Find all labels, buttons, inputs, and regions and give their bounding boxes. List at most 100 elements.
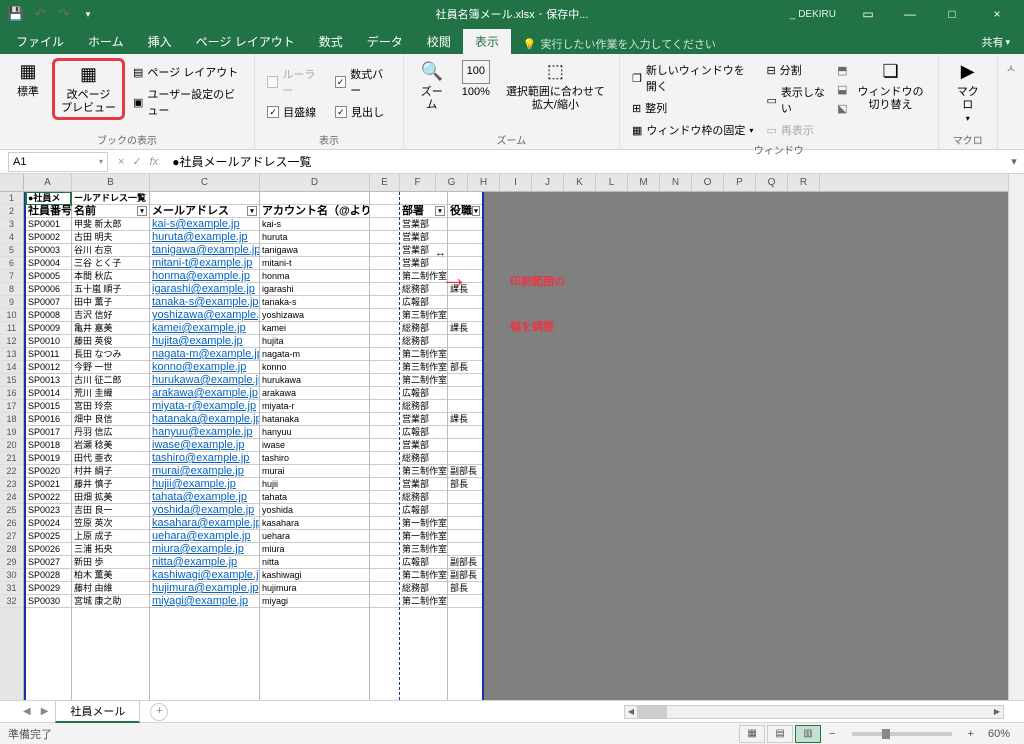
arrange-button[interactable]: ⊞整列 xyxy=(628,98,759,118)
table-cell[interactable]: hanyuu xyxy=(260,426,369,439)
minimize-button[interactable]: — xyxy=(890,0,930,28)
table-cell[interactable] xyxy=(448,426,482,439)
custom-views-button[interactable]: ▣ユーザー設定のビュー xyxy=(129,84,246,120)
table-cell[interactable]: yoshida xyxy=(260,504,369,517)
table-cell[interactable] xyxy=(448,517,482,530)
table-cell[interactable]: SP0028 xyxy=(26,569,71,582)
table-cell[interactable]: SP0025 xyxy=(26,530,71,543)
table-cell[interactable]: arakawa xyxy=(260,387,369,400)
save-icon[interactable]: 💾 xyxy=(8,6,24,22)
row-header[interactable]: 11 xyxy=(0,322,23,335)
split-button[interactable]: ⊟分割 xyxy=(762,60,833,80)
table-cell[interactable]: tahata xyxy=(260,491,369,504)
table-cell[interactable]: SP0006 xyxy=(26,283,71,296)
table-cell[interactable]: 営業部 xyxy=(400,413,447,426)
table-cell[interactable]: nitta@example.jp xyxy=(150,556,259,569)
table-cell[interactable] xyxy=(370,387,399,400)
tab-review[interactable]: 校閲 xyxy=(415,29,463,54)
table-cell[interactable]: tanaka-s xyxy=(260,296,369,309)
table-cell[interactable]: SP0002 xyxy=(26,231,71,244)
row-header[interactable]: 15 xyxy=(0,374,23,387)
col-header[interactable]: N xyxy=(660,174,692,191)
filter-icon[interactable]: ▾ xyxy=(137,206,147,216)
table-cell[interactable]: kashiwagi xyxy=(260,569,369,582)
row-header[interactable]: 2 xyxy=(0,205,23,218)
add-sheet-button[interactable]: + xyxy=(150,703,168,721)
col-header[interactable]: I xyxy=(500,174,532,191)
table-cell[interactable]: hujita@example.jp xyxy=(150,335,259,348)
table-cell[interactable] xyxy=(448,374,482,387)
zoom-out-button[interactable]: − xyxy=(823,728,841,740)
table-cell[interactable]: SP0016 xyxy=(26,413,71,426)
table-cell[interactable]: SP0027 xyxy=(26,556,71,569)
col-header[interactable]: A xyxy=(24,174,72,191)
table-cell[interactable] xyxy=(370,452,399,465)
table-cell[interactable] xyxy=(370,400,399,413)
switch-windows-button[interactable]: ❏ウィンドウの 切り替え xyxy=(852,58,930,114)
table-cell[interactable] xyxy=(370,231,399,244)
statusbar-normal-view[interactable]: ▦ xyxy=(739,725,765,743)
table-cell[interactable] xyxy=(448,335,482,348)
zoom-button[interactable]: 🔍ズーム xyxy=(412,58,452,114)
table-cell[interactable] xyxy=(448,231,482,244)
table-cell[interactable]: iwase@example.jp xyxy=(150,439,259,452)
table-cell[interactable]: huruta xyxy=(260,231,369,244)
table-cell[interactable] xyxy=(448,244,482,257)
row-header[interactable]: 22 xyxy=(0,465,23,478)
horizontal-scrollbar[interactable]: ◀▶ xyxy=(624,705,1004,719)
table-cell[interactable]: SP0022 xyxy=(26,491,71,504)
table-cell[interactable]: hanyuu@example.jp xyxy=(150,426,259,439)
table-cell[interactable] xyxy=(370,296,399,309)
table-cell[interactable]: murai@example.jp xyxy=(150,465,259,478)
ruler-checkbox[interactable] xyxy=(267,76,278,88)
table-cell[interactable]: 畑中 良信 xyxy=(72,413,149,426)
col-header[interactable]: D xyxy=(260,174,370,191)
reset-pos-icon[interactable]: ⬕ xyxy=(837,102,847,115)
table-cell[interactable]: 第一制作室 xyxy=(400,517,447,530)
table-cell[interactable]: tanaka-s@example.jp xyxy=(150,296,259,309)
table-cell[interactable]: mitani-t xyxy=(260,257,369,270)
table-cell[interactable]: yoshida@example.jp xyxy=(150,504,259,517)
table-cell[interactable]: 総務部 xyxy=(400,452,447,465)
table-cell[interactable]: SP0001 xyxy=(26,218,71,231)
table-cell[interactable] xyxy=(370,335,399,348)
tell-me-search[interactable]: 💡実行したい作業を入力してください xyxy=(519,34,720,54)
redo-icon[interactable]: ↷ xyxy=(56,6,72,22)
zoom-slider[interactable] xyxy=(852,732,952,736)
table-cell[interactable]: SP0030 xyxy=(26,595,71,608)
table-cell[interactable]: kai-s@example.jp xyxy=(150,218,259,231)
table-cell[interactable]: 副部長 xyxy=(448,465,482,478)
table-cell[interactable]: konno@example.jp xyxy=(150,361,259,374)
col-header[interactable]: F xyxy=(400,174,436,191)
table-cell[interactable]: 亀井 嘉美 xyxy=(72,322,149,335)
table-cell[interactable]: 総務部 xyxy=(400,582,447,595)
table-cell[interactable]: kamei@example.jp xyxy=(150,322,259,335)
table-cell[interactable] xyxy=(448,387,482,400)
row-header[interactable]: 16 xyxy=(0,387,23,400)
table-cell[interactable]: igarashi@example.jp xyxy=(150,283,259,296)
table-cell[interactable]: hujita xyxy=(260,335,369,348)
tab-file[interactable]: ファイル xyxy=(4,29,76,54)
table-cell[interactable]: 柏木 薫美 xyxy=(72,569,149,582)
table-cell[interactable]: SP0018 xyxy=(26,439,71,452)
table-cell[interactable] xyxy=(370,244,399,257)
table-cell[interactable]: SP0013 xyxy=(26,374,71,387)
table-cell[interactable]: nagata-m xyxy=(260,348,369,361)
row-header[interactable]: 10 xyxy=(0,309,23,322)
table-cell[interactable]: 第一制作室 xyxy=(400,530,447,543)
maximize-button[interactable]: □ xyxy=(932,0,972,28)
table-cell[interactable]: miyata-r xyxy=(260,400,369,413)
zoom-selection-button[interactable]: ⬚選択範囲に合わせて 拡大/縮小 xyxy=(500,58,611,114)
undo-icon[interactable]: ↶ xyxy=(32,6,48,22)
table-cell[interactable]: 広報部 xyxy=(400,296,447,309)
freeze-panes-button[interactable]: ▦ウィンドウ枠の固定▾ xyxy=(628,120,759,140)
table-cell[interactable]: 第二制作室 xyxy=(400,595,447,608)
col-header[interactable]: J xyxy=(532,174,564,191)
table-cell[interactable]: 第三制作室 xyxy=(400,309,447,322)
table-cell[interactable]: kasahara xyxy=(260,517,369,530)
table-cell[interactable]: 課長 xyxy=(448,322,482,335)
table-cell[interactable]: uehara@example.jp xyxy=(150,530,259,543)
col-header[interactable]: G xyxy=(436,174,468,191)
table-cell[interactable]: SP0010 xyxy=(26,335,71,348)
table-cell[interactable]: SP0008 xyxy=(26,309,71,322)
